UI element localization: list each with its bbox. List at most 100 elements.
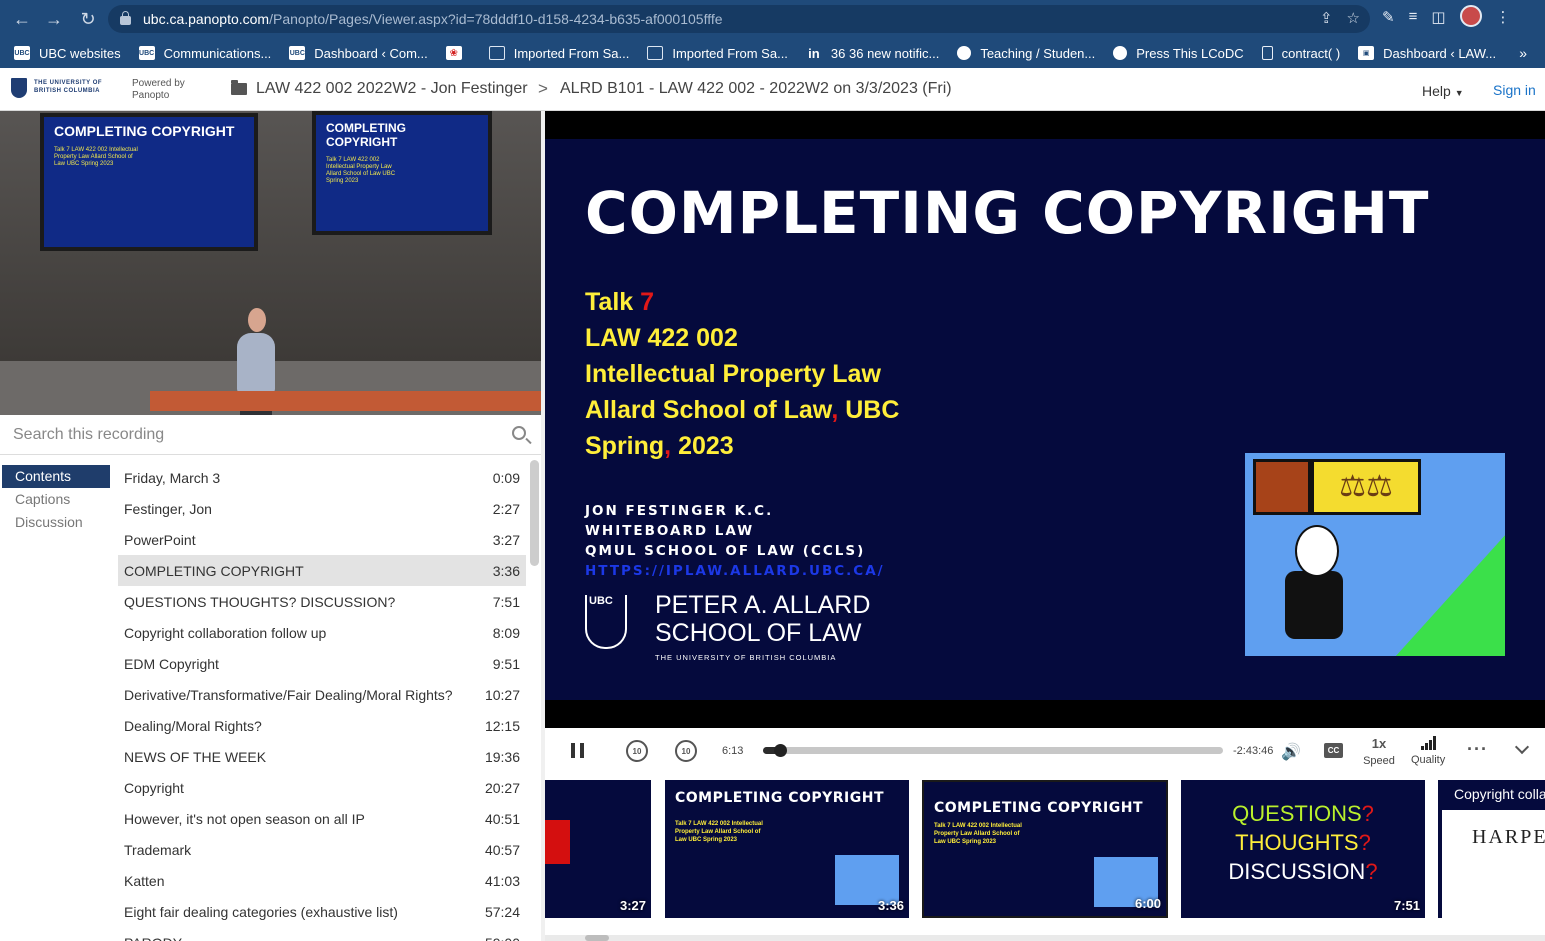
bookmark-item[interactable]: UBC Dashboard ‹ Com...: [289, 46, 428, 61]
contents-item[interactable]: Katten 41:03: [118, 865, 526, 896]
contents-item-title: Copyright collaboration follow up: [124, 624, 327, 641]
quality-button[interactable]: Quality: [1411, 736, 1451, 766]
thumbnail-time: 3:27: [619, 898, 646, 913]
ubc-icon: UBC: [138, 46, 155, 60]
contents-item[interactable]: Trademark 40:57: [118, 834, 526, 865]
contents-item-time: 57:24: [484, 903, 520, 920]
chevron-down-icon[interactable]: [1514, 739, 1530, 755]
breadcrumb-folder[interactable]: LAW 422 002 2022W2 - Jon Festinger: [256, 80, 528, 98]
help-menu[interactable]: Help ▼: [1422, 83, 1464, 99]
contents-item[interactable]: QUESTIONS THOUGHTS? DISCUSSION? 7:51: [118, 586, 526, 617]
reload-icon[interactable]: ↻: [72, 4, 104, 34]
share-icon[interactable]: ⇪: [1320, 9, 1333, 27]
slide-title: COMPLETING COPYRIGHT: [585, 179, 1430, 247]
captions-button[interactable]: CC: [1324, 743, 1343, 758]
progress-handle[interactable]: [773, 744, 787, 757]
contents-item[interactable]: NEWS OF THE WEEK 19:36: [118, 741, 526, 772]
thumbnail-time: 6:00: [1134, 896, 1161, 911]
back-icon[interactable]: ←: [6, 4, 38, 34]
bookmark-item[interactable]: Teaching / Studen...: [957, 46, 1095, 61]
bookmark-item[interactable]: Press This LCoDC: [1113, 45, 1244, 61]
bookmark-label: Teaching / Studen...: [980, 45, 1096, 61]
forward-icon[interactable]: →: [38, 4, 70, 34]
contents-item[interactable]: COMPLETING COPYRIGHT 3:36: [118, 555, 526, 586]
bookmark-item[interactable]: UBC UBC websites: [14, 46, 121, 61]
progress-bar[interactable]: [763, 744, 1223, 757]
search-input[interactable]: [0, 415, 541, 455]
q-word: DISCUSSION: [1228, 859, 1366, 884]
contents-scrollbar[interactable]: [530, 460, 539, 566]
bookmark-label: UBC websites: [39, 45, 121, 61]
allard-line-2: SCHOOL OF LAW: [655, 619, 862, 647]
speed-value: 1x: [1371, 736, 1387, 751]
brick-block: [1253, 459, 1311, 515]
contents-item-time: 20:27: [484, 779, 520, 796]
bookmark-item[interactable]: Imported From Sa...: [647, 46, 788, 61]
browser-menu-icon[interactable]: ⋮: [1496, 8, 1511, 27]
contents-item-title: Derivative/Transformative/Fair Dealing/M…: [124, 686, 453, 703]
contents-item[interactable]: Friday, March 3 0:09: [118, 462, 526, 493]
bookmark-label: Imported From Sa...: [672, 45, 788, 61]
contents-item-time: 41:03: [484, 872, 520, 889]
tab-discussion[interactable]: Discussion: [2, 511, 110, 534]
contents-item-time: 9:51: [492, 655, 520, 672]
contents-item-title: QUESTIONS THOUGHTS? DISCUSSION?: [124, 593, 396, 610]
contents-item[interactable]: Eight fair dealing categories (exhaustiv…: [118, 896, 526, 927]
side-panel-icon[interactable]: ◫: [1431, 8, 1445, 27]
address-bar[interactable]: ubc.ca.panopto.com/Panopto/Pages/Viewer.…: [108, 5, 1370, 33]
bookmark-item[interactable]: UBC Communications...: [138, 46, 271, 61]
ubc-logo-icon[interactable]: [11, 78, 27, 98]
thumbnail[interactable]: COMPLETING COPYRIGHT Talk 7 LAW 422 002 …: [665, 780, 909, 918]
contents-item[interactable]: Dealing/Moral Rights? 12:15: [118, 710, 526, 741]
contents-item[interactable]: PowerPoint 3:27: [118, 524, 526, 555]
reading-list-icon[interactable]: ≡: [1409, 8, 1418, 27]
bookmark-label: Dashboard ‹ LAW...: [1383, 45, 1497, 61]
star-icon[interactable]: ☆: [1347, 9, 1360, 27]
contents-item[interactable]: PARODY 59:00: [118, 927, 526, 941]
lock-icon[interactable]: [120, 11, 131, 25]
contents-item-time: 19:36: [484, 748, 520, 765]
bookmark-item[interactable]: contract( ): [1261, 46, 1340, 61]
thumbnail[interactable]: Copyright colla HARPE: [1438, 780, 1545, 918]
thumbnail-current[interactable]: COMPLETING COPYRIGHT Talk 7 LAW 422 002 …: [922, 780, 1168, 918]
classroom-screen-left: COMPLETING COPYRIGHT Talk 7 LAW 422 002 …: [40, 113, 258, 251]
search-icon[interactable]: [512, 426, 526, 440]
forward-10-icon[interactable]: 10: [675, 740, 697, 762]
ubc-logo-text[interactable]: THE UNIVERSITY OF BRITISH COLUMBIA: [34, 79, 129, 95]
thumbnail[interactable]: QUESTIONS? THOUGHTS? DISCUSSION? 7:51: [1181, 780, 1425, 918]
secondary-video[interactable]: COMPLETING COPYRIGHT Talk 7 LAW 422 002 …: [0, 111, 541, 415]
speed-button[interactable]: 1x Speed: [1361, 736, 1397, 767]
bookmark-item[interactable]: ❀: [445, 46, 471, 60]
bookmark-item[interactable]: Imported From Sa...: [488, 46, 629, 61]
contents-item[interactable]: However, it's not open season on all IP 4…: [118, 803, 526, 834]
bookmarks-overflow-icon[interactable]: »: [1519, 45, 1527, 61]
ubc-icon: UBC: [289, 46, 306, 60]
bookmark-item[interactable]: ▣ Dashboard ‹ LAW...: [1358, 46, 1496, 61]
thumbnail[interactable]: 3:27: [545, 780, 651, 918]
profile-avatar[interactable]: [1459, 5, 1482, 27]
bookmark-label: Press This LCoDC: [1136, 45, 1244, 61]
rewind-10-icon[interactable]: 10: [626, 740, 648, 762]
contents-item-title: EDM Copyright: [124, 655, 219, 672]
contents-item[interactable]: Copyright 20:27: [118, 772, 526, 803]
contents-item[interactable]: Festinger, Jon 2:27: [118, 493, 526, 524]
pause-icon[interactable]: [571, 743, 585, 758]
tab-contents[interactable]: Contents: [2, 465, 110, 488]
doc-icon: [1261, 46, 1273, 60]
tab-captions[interactable]: Captions: [2, 488, 110, 511]
sign-in-link[interactable]: Sign in: [1493, 82, 1536, 98]
allard-subtitle: THE UNIVERSITY OF BRITISH COLUMBIA: [655, 653, 837, 662]
more-options-icon[interactable]: ···: [1467, 739, 1488, 760]
slide-course: LAW 422 002: [585, 324, 738, 352]
primary-video[interactable]: COMPLETING COPYRIGHT Talk 7 LAW 422 002 …: [545, 111, 1545, 728]
volume-icon[interactable]: 🔊: [1281, 742, 1303, 761]
bookmark-item[interactable]: in 36 36 new notific...: [806, 46, 939, 61]
folder-icon: [231, 80, 247, 95]
contents-item[interactable]: Copyright collaboration follow up 8:09: [118, 617, 526, 648]
contents-item[interactable]: EDM Copyright 9:51: [118, 648, 526, 679]
extensions-icon[interactable]: ✎: [1382, 8, 1395, 27]
powered-by[interactable]: Powered by Panopto: [132, 78, 185, 102]
thumbnail-scrollbar[interactable]: [545, 935, 1545, 941]
contents-item[interactable]: Derivative/Transformative/Fair Dealing/M…: [118, 679, 526, 710]
slide: COMPLETING COPYRIGHT Talk 7 LAW 422 002 …: [545, 139, 1545, 700]
